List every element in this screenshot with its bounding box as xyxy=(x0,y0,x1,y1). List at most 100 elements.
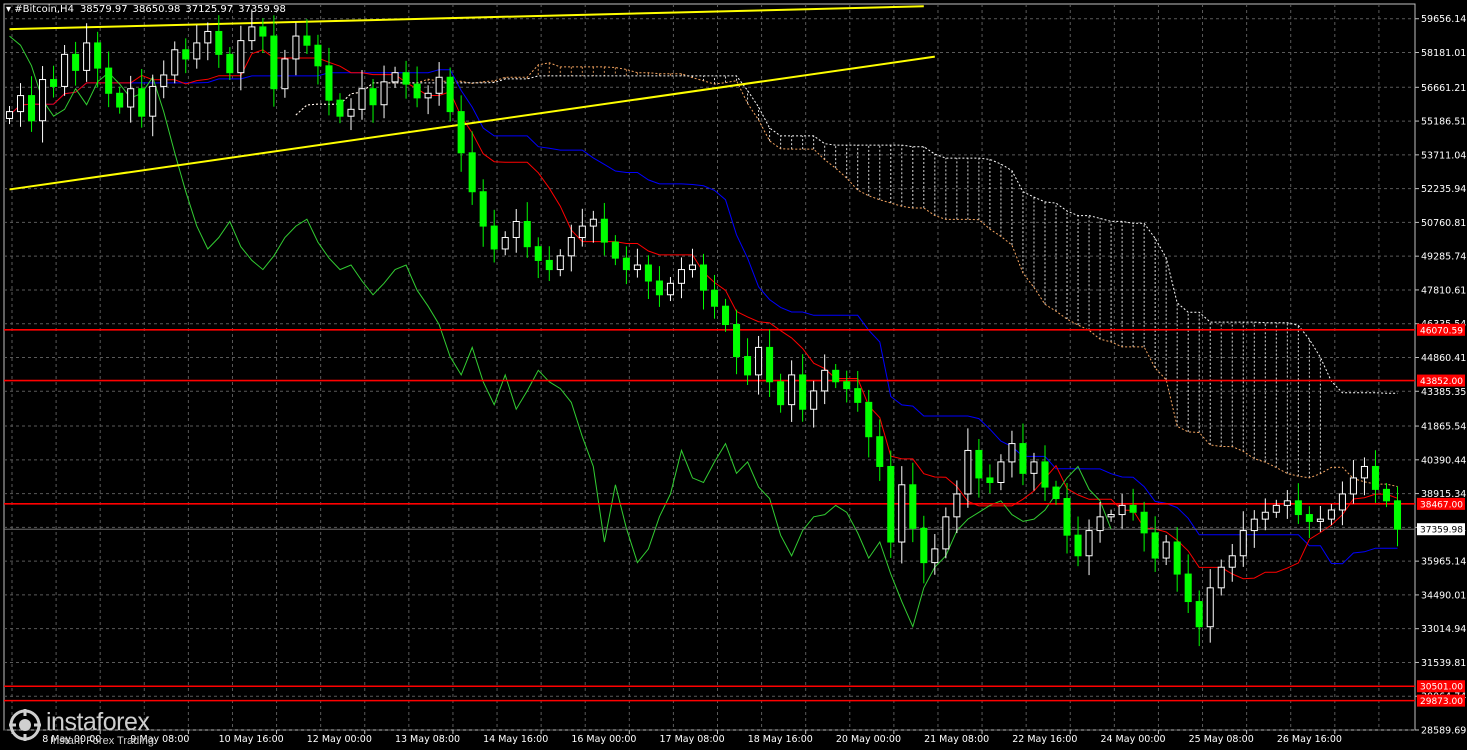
candle-body xyxy=(744,356,752,376)
candle-body xyxy=(1041,461,1049,488)
candle-body xyxy=(1096,516,1104,532)
candle-body xyxy=(810,390,818,410)
level-price-label: 29873.00 xyxy=(1420,697,1463,707)
candle-body xyxy=(50,79,58,87)
candle-body xyxy=(1305,514,1313,522)
candle-body xyxy=(424,92,432,99)
candle-body xyxy=(325,65,333,101)
candle-body xyxy=(171,49,179,76)
y-tick-label: 41865.54 xyxy=(1421,422,1466,433)
x-tick-label: 10 May 16:00 xyxy=(219,734,284,745)
candle-body xyxy=(600,218,608,243)
candle-body xyxy=(402,72,410,85)
logo-mark-icon xyxy=(9,709,41,741)
candle-body xyxy=(61,53,69,87)
candle-body xyxy=(898,484,906,543)
candle-body xyxy=(303,35,311,46)
candle-body xyxy=(149,85,157,117)
candle-body xyxy=(1184,573,1192,603)
candle-body xyxy=(611,241,619,259)
price-chart[interactable]: 59656.14 58181.01 56661.21 55186.51 53711.04… xyxy=(0,0,1467,750)
candle-body xyxy=(281,58,289,90)
y-tick-label: 50760.81 xyxy=(1421,218,1466,229)
candle-body xyxy=(314,44,322,67)
candle-body xyxy=(1173,541,1181,575)
y-tick-label: 33014.94 xyxy=(1421,624,1466,635)
candle-body xyxy=(512,221,520,239)
indicator-lines xyxy=(9,35,1398,629)
candle-body xyxy=(226,53,234,74)
candle-body xyxy=(1008,443,1016,463)
candle-body xyxy=(633,264,641,271)
candle-body xyxy=(446,76,454,113)
candle-body xyxy=(270,35,278,90)
candle-body xyxy=(821,369,829,392)
y-tick-label: 52235.94 xyxy=(1421,184,1466,195)
candle-body xyxy=(953,493,961,518)
candle-body xyxy=(5,111,14,119)
candle-body xyxy=(567,237,575,257)
candle-body xyxy=(964,449,972,495)
candle-body xyxy=(237,40,245,74)
y-tick-label: 34490.01 xyxy=(1421,590,1466,601)
y-tick-label: 55186.51 xyxy=(1421,117,1466,128)
y-tick-label: 59656.14 xyxy=(1421,14,1466,25)
candle-body xyxy=(248,26,256,42)
candle-body xyxy=(1074,534,1082,557)
candle-body xyxy=(1162,541,1170,559)
candle-body xyxy=(677,269,685,284)
tenkan-sen-line xyxy=(9,49,1398,580)
candle-body xyxy=(1272,504,1280,513)
high-value: 38650.98 xyxy=(132,4,181,15)
candle-body xyxy=(1118,504,1126,516)
x-tick-label: 21 May 08:00 xyxy=(924,734,989,745)
time-axis: 8 May 00:00 9 May 08:00 10 May 16:00 12 May… xyxy=(11,730,1342,745)
y-tick-label: 49285.74 xyxy=(1421,252,1466,263)
candle-body xyxy=(876,436,884,467)
candle-body xyxy=(83,42,91,71)
candle-body xyxy=(722,305,730,326)
candle-body xyxy=(589,218,597,227)
x-tick-label: 16 May 00:00 xyxy=(571,734,636,745)
candle-body xyxy=(1085,530,1093,557)
ichimoku-cloud xyxy=(427,62,1321,478)
candle-body xyxy=(1327,509,1335,520)
candle-body xyxy=(534,246,542,261)
candle-body xyxy=(920,527,928,564)
candle-body xyxy=(1063,498,1071,536)
candle-body xyxy=(622,257,630,271)
level-price-label: 38467.00 xyxy=(1420,500,1463,510)
candle-body xyxy=(997,461,1005,484)
menu-icon[interactable]: ▾ xyxy=(6,4,14,15)
candle-body xyxy=(347,108,355,117)
candle-body xyxy=(545,259,553,271)
y-tick-label: 31539.81 xyxy=(1421,658,1466,669)
chart-header: ▾ #Bitcoin,H4 38579.97 38650.98 37125.97 373… xyxy=(6,4,291,15)
candle-body xyxy=(292,35,300,60)
candle-body xyxy=(116,92,124,108)
candle-body xyxy=(655,280,663,296)
x-tick-label: 17 May 08:00 xyxy=(660,734,725,745)
candle-body xyxy=(94,42,102,69)
candle-body xyxy=(1316,518,1324,522)
current-price-label: 37359.98 xyxy=(1420,526,1463,536)
y-tick-label: 35965.14 xyxy=(1421,557,1466,568)
candle-body xyxy=(854,388,862,403)
candle-body xyxy=(1250,518,1258,532)
candle-body xyxy=(1195,601,1203,628)
candle-body xyxy=(1217,566,1225,589)
candle-body xyxy=(1294,500,1302,516)
candle-body xyxy=(832,369,840,383)
candle-body xyxy=(766,346,774,383)
candle-body xyxy=(259,26,267,37)
candle-body xyxy=(1151,532,1159,559)
candle-body xyxy=(887,465,895,543)
candle-body xyxy=(501,237,509,250)
candles xyxy=(5,9,1402,647)
level-price-label: 46070.59 xyxy=(1420,326,1463,336)
candle-body xyxy=(160,74,168,87)
candle-body xyxy=(733,324,741,358)
candle-body xyxy=(755,346,763,376)
candle-body xyxy=(28,95,36,122)
candle-body xyxy=(1382,488,1391,502)
